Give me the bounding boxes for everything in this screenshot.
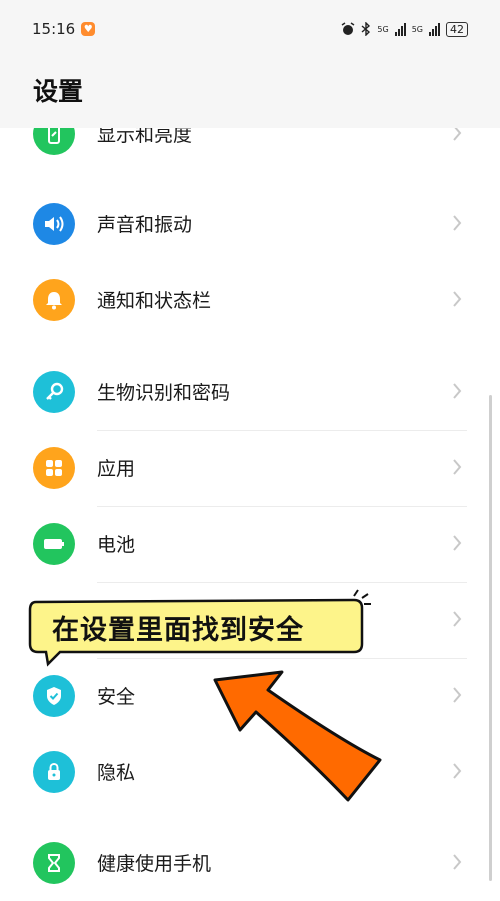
chevron-right-icon	[453, 215, 462, 231]
scrollbar[interactable]	[489, 395, 492, 881]
shield-icon	[33, 675, 75, 717]
settings-item-label: 声音和振动	[97, 214, 193, 236]
signal-label: 5G	[377, 24, 389, 34]
speaker-icon	[33, 203, 75, 245]
battery-indicator: 42	[446, 21, 468, 37]
chevron-right-icon	[453, 535, 462, 551]
bell-icon	[33, 279, 75, 321]
signal-label-2: 5G	[411, 24, 423, 34]
settings-item-biometrics[interactable]: 生物识别和密码	[0, 354, 500, 430]
chevron-right-icon	[453, 459, 462, 475]
page-title: 设置	[33, 77, 84, 106]
settings-item-notifications[interactable]: 通知和状态栏	[0, 262, 500, 338]
settings-item-label: 电池	[97, 534, 136, 556]
status-time: 15:16	[32, 20, 76, 38]
settings-item-battery[interactable]: 电池	[0, 506, 500, 582]
settings-item-wellbeing[interactable]: 健康使用手机	[0, 825, 500, 901]
alarm-icon	[341, 22, 355, 35]
lock-icon	[33, 751, 75, 793]
title-bar: 设置	[0, 58, 500, 128]
bluetooth-icon	[361, 22, 371, 36]
chevron-right-icon	[453, 383, 462, 399]
settings-item-apps[interactable]: 应用	[0, 430, 500, 506]
app-notification-icon: ♥	[81, 22, 96, 36]
apps-icon	[33, 447, 75, 489]
chevron-right-icon	[453, 763, 462, 779]
settings-item-sound[interactable]: 声音和振动	[0, 186, 500, 262]
chevron-right-icon	[453, 611, 462, 627]
status-bar: 15:16 ♥ 5G 5G 42	[0, 0, 500, 58]
chevron-right-icon	[453, 291, 462, 307]
settings-item-label: 应用	[97, 458, 136, 480]
settings-item-label: 隐私	[97, 762, 136, 784]
settings-item-privacy[interactable]: 隐私	[0, 734, 500, 810]
signal-icon	[394, 22, 406, 36]
settings-item-label: 通知和状态栏	[97, 290, 212, 312]
chevron-right-icon	[453, 687, 462, 703]
chevron-right-icon	[453, 854, 462, 870]
settings-item-label: 健康使用手机	[97, 853, 212, 875]
signal-icon-2	[429, 22, 440, 36]
hourglass-icon	[33, 842, 75, 884]
battery-icon	[33, 523, 75, 565]
settings-item-security[interactable]: 安全	[0, 658, 500, 734]
annotation-text: 在设置里面找到安全	[52, 615, 304, 646]
settings-item-label: 生物识别和密码	[97, 382, 231, 404]
settings-item-label: 安全	[97, 686, 136, 708]
key-icon	[33, 371, 75, 413]
